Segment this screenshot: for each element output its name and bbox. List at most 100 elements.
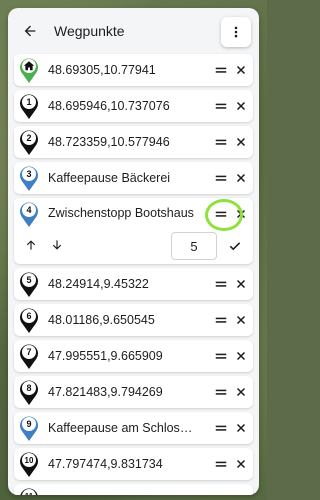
delete-waypoint-button[interactable] bbox=[233, 134, 249, 150]
waypoint-row[interactable]: 48.69305,10.77941 bbox=[14, 54, 253, 86]
more-menu-button[interactable] bbox=[221, 17, 251, 47]
move-down-button[interactable] bbox=[46, 234, 68, 256]
drag-handle-icon bbox=[215, 425, 227, 431]
close-icon bbox=[236, 173, 246, 183]
close-icon bbox=[236, 101, 246, 111]
svg-text:1: 1 bbox=[26, 97, 31, 107]
svg-text:3: 3 bbox=[26, 169, 31, 179]
drag-handle-icon bbox=[215, 353, 227, 359]
drag-handle-icon bbox=[215, 175, 227, 181]
waypoint-row[interactable]: 11 47.741921,9.86503 bbox=[14, 484, 253, 495]
waypoint-label: 48.24914,9.45322 bbox=[48, 277, 149, 291]
drag-handle[interactable] bbox=[213, 420, 229, 436]
waypoint-row[interactable]: 10 47.797474,9.831734 bbox=[14, 448, 253, 480]
waypoint-row[interactable]: 8 47.821483,9.794269 bbox=[14, 376, 253, 408]
waypoint-label: 48.69305,10.77941 bbox=[48, 63, 156, 77]
waypoint-label: 47.995551,9.665909 bbox=[48, 349, 163, 363]
waypoint-label: Kaffeepause Bäckerei bbox=[48, 171, 171, 185]
move-up-button[interactable] bbox=[20, 234, 42, 256]
drag-handle-icon bbox=[214, 493, 228, 495]
waypoint-label: 47.797474,9.831734 bbox=[48, 457, 163, 471]
waypoint-row[interactable]: 2 48.723359,10.577946 bbox=[14, 126, 253, 158]
drag-handle[interactable] bbox=[213, 348, 229, 364]
delete-waypoint-button[interactable] bbox=[233, 492, 249, 495]
waypoint-row-expanded[interactable]: 4 Zwischenstopp Bootshaus bbox=[14, 198, 253, 264]
home-pin-icon bbox=[18, 56, 40, 84]
drag-handle[interactable] bbox=[213, 134, 229, 150]
svg-text:7: 7 bbox=[26, 347, 31, 357]
waypoint-pin-icon: 9 bbox=[18, 414, 40, 442]
drag-handle[interactable] bbox=[213, 456, 229, 472]
close-icon bbox=[236, 65, 246, 75]
waypoint-pin-icon: 3 bbox=[18, 164, 40, 192]
svg-text:4: 4 bbox=[26, 205, 31, 215]
more-vertical-icon bbox=[234, 26, 238, 38]
waypoint-pin-icon: 1 bbox=[18, 92, 40, 120]
drag-handle-icon bbox=[215, 139, 227, 145]
waypoint-pin-icon: 6 bbox=[18, 306, 40, 334]
drag-handle[interactable] bbox=[213, 206, 229, 222]
close-icon bbox=[236, 387, 246, 397]
delete-waypoint-button[interactable] bbox=[233, 62, 249, 78]
waypoint-row[interactable]: 5 48.24914,9.45322 bbox=[14, 268, 253, 300]
waypoint-row[interactable]: 1 48.695946,10.737076 bbox=[14, 90, 253, 122]
delete-waypoint-button[interactable] bbox=[233, 348, 249, 364]
close-icon bbox=[235, 494, 247, 495]
drag-handle-icon bbox=[215, 389, 227, 395]
drag-handle[interactable] bbox=[213, 170, 229, 186]
waypoint-pin-icon: 5 bbox=[18, 270, 40, 298]
waypoint-pin-icon: 2 bbox=[18, 128, 40, 156]
waypoint-pin-icon: 4 bbox=[18, 200, 40, 228]
page-title: Wegpunkte bbox=[54, 23, 125, 39]
delete-waypoint-button[interactable] bbox=[233, 312, 249, 328]
delete-waypoint-button[interactable] bbox=[233, 420, 249, 436]
waypoint-label: 47.741921,9.86503 bbox=[48, 493, 198, 495]
confirm-position-button[interactable] bbox=[225, 236, 245, 256]
waypoint-row[interactable]: 6 48.01186,9.650545 bbox=[14, 304, 253, 336]
arrow-up-icon bbox=[26, 240, 36, 250]
waypoint-pin-icon: 10 bbox=[18, 450, 40, 478]
close-icon bbox=[236, 315, 246, 325]
position-input[interactable] bbox=[171, 232, 217, 260]
waypoint-label: Zwischenstopp Bootshaus bbox=[48, 206, 194, 220]
reorder-controls bbox=[14, 232, 253, 262]
waypoint-label: 47.821483,9.794269 bbox=[48, 385, 163, 399]
svg-text:11: 11 bbox=[25, 492, 34, 495]
drag-handle[interactable] bbox=[213, 492, 229, 495]
panel-header: Wegpunkte bbox=[8, 8, 259, 54]
waypoint-row[interactable]: 3 Kaffeepause Bäckerei bbox=[14, 162, 253, 194]
svg-text:8: 8 bbox=[26, 383, 31, 393]
delete-waypoint-button[interactable] bbox=[233, 98, 249, 114]
waypoints-panel: Wegpunkte 48.69305,10.77941 1 48.695946,… bbox=[8, 8, 259, 495]
waypoint-pin-icon: 11 bbox=[18, 486, 40, 495]
drag-handle[interactable] bbox=[213, 276, 229, 292]
svg-text:9: 9 bbox=[26, 419, 31, 429]
close-icon bbox=[236, 459, 246, 469]
check-icon bbox=[229, 242, 241, 251]
waypoint-row[interactable]: 9 Kaffeepause am Schlossplatz bbox=[14, 412, 253, 444]
back-button[interactable] bbox=[16, 17, 44, 45]
delete-waypoint-button[interactable] bbox=[233, 456, 249, 472]
drag-handle[interactable] bbox=[213, 62, 229, 78]
svg-text:10: 10 bbox=[25, 456, 34, 465]
drag-handle-icon bbox=[215, 317, 227, 323]
delete-waypoint-button[interactable] bbox=[233, 206, 249, 222]
drag-handle[interactable] bbox=[213, 312, 229, 328]
waypoint-label: 48.695946,10.737076 bbox=[48, 99, 170, 113]
drag-handle-icon bbox=[215, 103, 227, 109]
waypoint-label: 48.01186,9.650545 bbox=[48, 313, 155, 327]
drag-handle[interactable] bbox=[213, 384, 229, 400]
waypoint-label: Kaffeepause am Schlossplatz bbox=[48, 421, 198, 435]
close-icon bbox=[236, 209, 246, 219]
svg-text:6: 6 bbox=[26, 311, 31, 321]
drag-handle-icon bbox=[215, 67, 227, 73]
arrow-left-icon bbox=[24, 25, 36, 37]
drag-handle[interactable] bbox=[213, 98, 229, 114]
delete-waypoint-button[interactable] bbox=[233, 276, 249, 292]
delete-waypoint-button[interactable] bbox=[233, 170, 249, 186]
waypoint-row[interactable]: 7 47.995551,9.665909 bbox=[14, 340, 253, 372]
waypoint-pin-icon: 7 bbox=[18, 342, 40, 370]
delete-waypoint-button[interactable] bbox=[233, 384, 249, 400]
waypoint-list: 48.69305,10.77941 1 48.695946,10.737076 bbox=[8, 54, 259, 495]
drag-handle-icon bbox=[215, 461, 227, 467]
